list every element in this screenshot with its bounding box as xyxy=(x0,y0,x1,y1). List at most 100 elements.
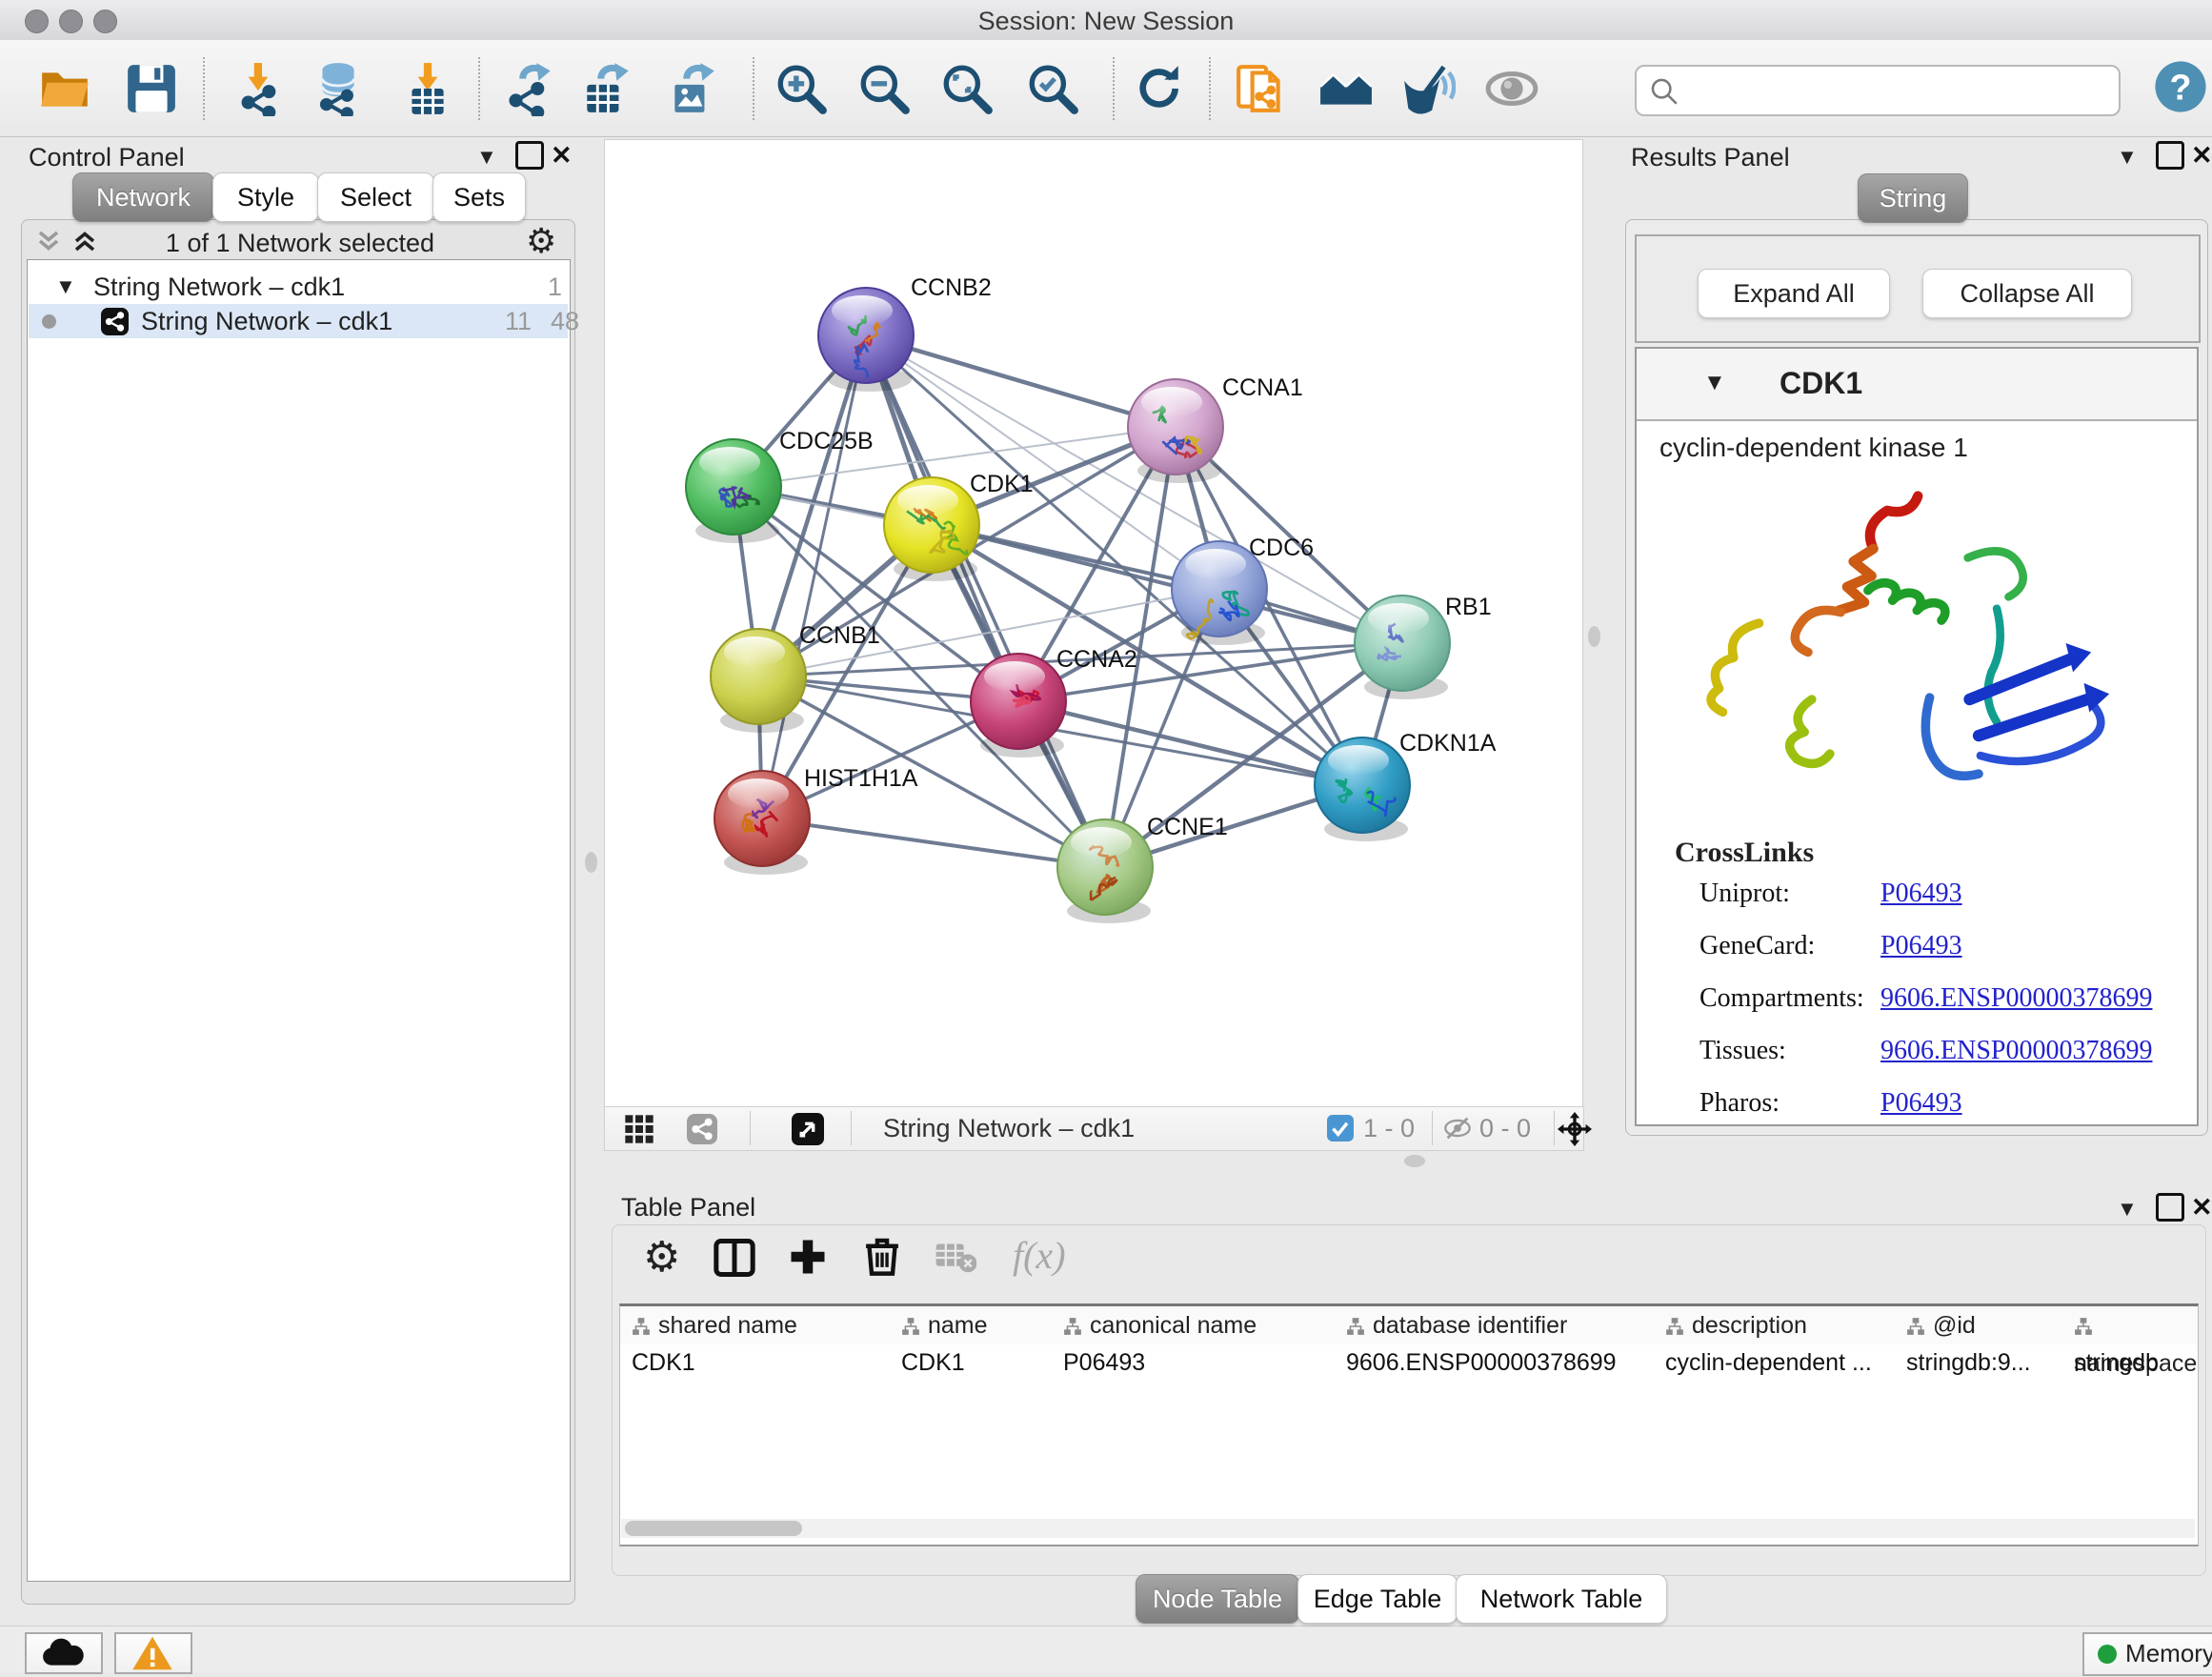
search-input[interactable] xyxy=(1686,71,2109,109)
tab-network[interactable]: Network xyxy=(72,172,214,222)
tab-network-table[interactable]: Network Table xyxy=(1456,1574,1667,1624)
tab-node-table[interactable]: Node Table xyxy=(1136,1574,1299,1624)
table-settings-gear-icon[interactable]: ⚙ xyxy=(643,1233,680,1282)
help-icon[interactable]: ? xyxy=(2151,57,2206,112)
hidden-count: 0 - 0 xyxy=(1479,1114,1531,1143)
network-collection-row[interactable]: ▼ String Network – cdk1 1 xyxy=(29,270,568,304)
search-box[interactable] xyxy=(1635,65,2121,116)
table-hscrollbar-thumb[interactable] xyxy=(625,1521,802,1536)
import-network-file-icon[interactable] xyxy=(232,61,288,116)
show-all-icon[interactable] xyxy=(1484,61,1539,116)
splitter-handle[interactable] xyxy=(1404,1155,1425,1167)
tab-edge-table[interactable]: Edge Table xyxy=(1297,1574,1458,1624)
column-header-databaseidentifier[interactable]: database identifier xyxy=(1335,1306,1666,1344)
table-panel-maximize-icon[interactable] xyxy=(2156,1193,2184,1222)
crosslink-link[interactable]: P06493 xyxy=(1880,931,1962,961)
tab-sets[interactable]: Sets xyxy=(432,172,526,222)
import-table-file-icon[interactable] xyxy=(400,61,455,116)
table-cell[interactable]: CDK1 xyxy=(632,1345,888,1380)
splitter-handle[interactable] xyxy=(585,852,597,873)
crosslink-link[interactable]: 9606.ENSP00000378699 xyxy=(1880,1036,2152,1066)
memory-button[interactable]: Memory xyxy=(2082,1632,2212,1676)
table-panel-float-icon[interactable]: ▼ xyxy=(2117,1197,2138,1222)
export-network-icon[interactable] xyxy=(503,61,558,116)
new-network-from-selection-icon[interactable] xyxy=(1235,61,1290,116)
control-panel-maximize-icon[interactable] xyxy=(515,141,544,170)
crosslinks-title: CrossLinks xyxy=(1675,837,1814,869)
zoom-fit-icon[interactable] xyxy=(939,61,995,116)
pan-crosshair-icon[interactable] xyxy=(1558,1112,1592,1151)
zoom-selected-icon[interactable] xyxy=(1025,61,1080,116)
cloud-status-button[interactable] xyxy=(25,1632,103,1674)
memory-status-dot xyxy=(2098,1645,2117,1664)
node-gloss xyxy=(1368,603,1429,634)
network-view-toolbar: String Network – cdk1 1 - 0 0 - 0 xyxy=(604,1106,1584,1151)
refresh-icon[interactable] xyxy=(1130,61,1185,116)
string-network-graph[interactable]: CCNB2CCNA1CDC25BCDK1CDC6RB1CCNB1CCNA2CDK… xyxy=(605,140,1582,1106)
expand-all-button[interactable]: Expand All xyxy=(1698,269,1890,318)
node-gloss xyxy=(897,485,958,515)
network-node-count: 11 xyxy=(505,304,532,338)
collapse-all-button[interactable]: Collapse All xyxy=(1922,269,2132,318)
results-panel-close-icon[interactable]: ✕ xyxy=(2191,141,2212,171)
crosslink-link[interactable]: P06493 xyxy=(1880,1088,1962,1119)
tree-expand-icon[interactable]: ▼ xyxy=(55,270,76,304)
table-cell[interactable]: stringdb xyxy=(2074,1345,2196,1380)
column-header-canonicalname[interactable]: canonical name xyxy=(1052,1306,1347,1344)
crosslink-link[interactable]: 9606.ENSP00000378699 xyxy=(1880,983,2152,1014)
splitter-handle[interactable] xyxy=(1588,626,1600,647)
table-hscrollbar[interactable] xyxy=(621,1519,2195,1538)
hide-selected-icon[interactable] xyxy=(1400,61,1456,116)
node-table[interactable]: shared nameCDK1nameCDK1canonical nameP06… xyxy=(619,1303,2199,1546)
gene-section-header[interactable]: ▼ CDK1 xyxy=(1637,349,2197,421)
edge-CDK1-RB1[interactable] xyxy=(932,525,1402,643)
export-table-icon[interactable] xyxy=(579,61,634,116)
zoom-out-icon[interactable] xyxy=(856,61,912,116)
column-header-namespace[interactable]: namespace xyxy=(2062,1306,2199,1344)
selected-checkbox-icon[interactable] xyxy=(1327,1115,1354,1146)
node-gloss xyxy=(832,295,893,326)
add-column-icon[interactable] xyxy=(788,1237,828,1282)
column-header-sharedname[interactable]: shared name xyxy=(620,1306,902,1344)
network-row-selected[interactable]: String Network – cdk1 11 48 xyxy=(29,304,568,338)
table-cell[interactable]: 9606.ENSP00000378699 xyxy=(1346,1345,1652,1380)
network-options-gear-icon[interactable]: ⚙ xyxy=(526,221,556,261)
open-session-icon[interactable] xyxy=(38,61,93,116)
table-cell[interactable]: CDK1 xyxy=(901,1345,1050,1380)
crosslink-link[interactable]: P06493 xyxy=(1880,879,1962,909)
delete-column-icon[interactable] xyxy=(862,1235,902,1282)
expand-all-tree-icon[interactable] xyxy=(70,227,99,260)
collapse-gene-icon[interactable]: ▼ xyxy=(1703,370,1726,396)
control-panel-float-icon[interactable]: ▼ xyxy=(476,145,497,170)
table-cell[interactable]: stringdb:9... xyxy=(1906,1345,2061,1380)
node-label-CCNA1: CCNA1 xyxy=(1222,374,1303,401)
show-columns-icon[interactable] xyxy=(714,1239,755,1282)
table-cell[interactable]: cyclin-dependent ... xyxy=(1665,1345,1893,1380)
collapse-all-tree-icon[interactable] xyxy=(34,227,63,260)
column-header-id[interactable]: @id xyxy=(1895,1306,2075,1344)
network-view-canvas[interactable]: CCNB2CCNA1CDC25BCDK1CDC6RB1CCNB1CCNA2CDK… xyxy=(604,139,1583,1107)
network-list-icon[interactable] xyxy=(687,1114,717,1149)
column-header-name[interactable]: name xyxy=(890,1306,1064,1344)
tab-style[interactable]: Style xyxy=(212,172,319,222)
edge-CCNB2-HIST1H1A[interactable] xyxy=(762,335,866,818)
zoom-in-icon[interactable] xyxy=(774,61,829,116)
export-image-icon[interactable] xyxy=(665,61,720,116)
column-header-description[interactable]: description xyxy=(1654,1306,1907,1344)
table-panel-close-icon[interactable]: ✕ xyxy=(2191,1193,2212,1222)
edge-HIST1H1A-CCNE1[interactable] xyxy=(762,818,1105,867)
import-network-database-icon[interactable] xyxy=(311,61,366,116)
warning-status-button[interactable] xyxy=(114,1632,192,1674)
node-gloss xyxy=(699,447,760,477)
tab-select[interactable]: Select xyxy=(317,172,434,222)
birdseye-view-icon[interactable] xyxy=(792,1113,824,1150)
results-panel-float-icon[interactable]: ▼ xyxy=(2117,145,2138,170)
table-cell[interactable]: P06493 xyxy=(1063,1345,1333,1380)
control-panel-close-icon[interactable]: ✕ xyxy=(551,141,573,171)
first-neighbors-icon[interactable] xyxy=(1318,61,1374,116)
node-gloss xyxy=(984,661,1045,692)
save-session-icon[interactable] xyxy=(124,61,179,116)
tab-string[interactable]: String xyxy=(1858,173,1968,223)
grid-view-icon[interactable] xyxy=(624,1114,654,1149)
results-panel-maximize-icon[interactable] xyxy=(2156,141,2184,170)
